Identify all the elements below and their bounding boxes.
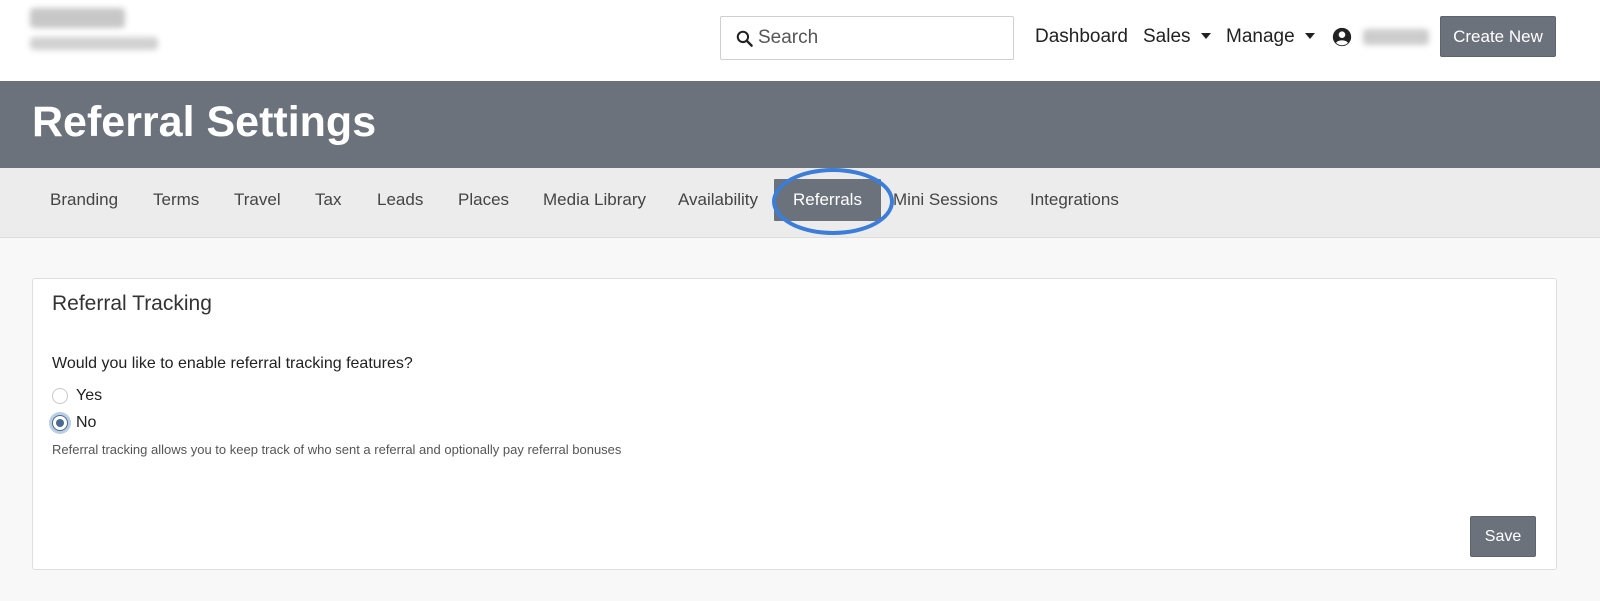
settings-tabs: Branding Terms Travel Tax Leads Places M… [0, 168, 1600, 238]
tab-integrations[interactable]: Integrations [1011, 179, 1138, 221]
tab-media-library[interactable]: Media Library [524, 179, 665, 221]
yes-radio[interactable] [52, 388, 68, 404]
search-icon [736, 30, 753, 47]
radio-option-yes[interactable]: Yes [52, 387, 102, 405]
tab-referrals[interactable]: Referrals [774, 179, 881, 221]
caret-down-icon [1200, 32, 1211, 39]
enable-question: Would you like to enable referral tracki… [52, 355, 413, 372]
top-navbar: Dashboard Sales Manage Create New [0, 0, 1600, 81]
user-circle-icon [1332, 27, 1352, 47]
brand-subtitle-blurred [30, 37, 158, 50]
no-radio[interactable] [52, 415, 68, 431]
user-menu[interactable] [1331, 26, 1429, 48]
user-name-blurred [1363, 29, 1429, 45]
tab-travel[interactable]: Travel [215, 179, 300, 221]
page-title: Referral Settings [32, 98, 377, 146]
tab-leads[interactable]: Leads [358, 179, 442, 221]
brand-name-blurred [30, 8, 125, 28]
brand-logo[interactable] [30, 8, 158, 50]
create-new-button[interactable]: Create New [1440, 16, 1556, 57]
nav-sales-dropdown[interactable]: Sales [1143, 26, 1211, 48]
radio-option-no[interactable]: No [52, 414, 96, 432]
nav-manage-dropdown[interactable]: Manage [1226, 26, 1315, 48]
no-label: No [76, 414, 97, 431]
search-box[interactable] [720, 16, 1014, 60]
tab-availability[interactable]: Availability [659, 179, 777, 221]
caret-down-icon [1304, 32, 1315, 39]
nav-sales-label: Sales [1143, 26, 1191, 47]
tab-mini-sessions[interactable]: Mini Sessions [874, 179, 1017, 221]
nav-dashboard-label: Dashboard [1035, 26, 1128, 47]
search-input[interactable] [758, 27, 998, 49]
referral-tracking-card: Referral Tracking Would you like to enab… [32, 278, 1557, 570]
page-header: Referral Settings [0, 81, 1600, 168]
card-title: Referral Tracking [52, 292, 212, 315]
yes-label: Yes [76, 387, 103, 404]
tab-tax[interactable]: Tax [296, 179, 360, 221]
nav-manage-label: Manage [1226, 26, 1295, 47]
help-text: Referral tracking allows you to keep tra… [52, 442, 622, 457]
nav-dashboard-link[interactable]: Dashboard [1035, 26, 1128, 48]
save-button[interactable]: Save [1470, 516, 1536, 557]
tab-branding[interactable]: Branding [31, 179, 137, 221]
tab-places[interactable]: Places [439, 179, 528, 221]
tab-terms[interactable]: Terms [134, 179, 218, 221]
